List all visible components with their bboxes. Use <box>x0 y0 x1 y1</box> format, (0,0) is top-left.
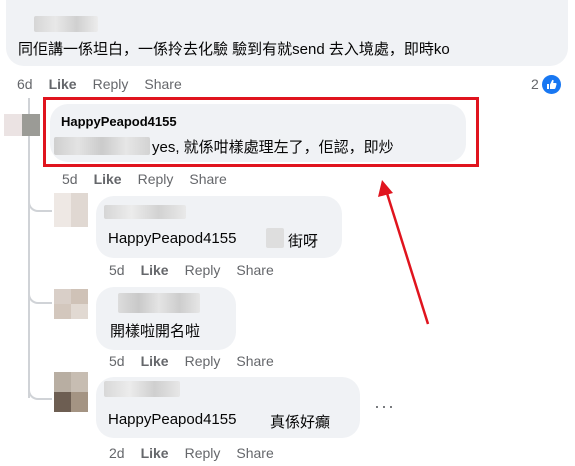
share-button[interactable]: Share <box>236 445 273 461</box>
nested-reply-bubble: HappyPeapod4155 街呀 <box>96 196 342 258</box>
reply-button[interactable]: Reply <box>138 171 174 187</box>
thread-connector <box>28 196 52 212</box>
nested-reply-bubble: HappyPeapod4155 真係好癲 <box>96 377 360 438</box>
reply-actions: 5d Like Reply Share <box>62 171 243 187</box>
thread-connector <box>28 384 52 400</box>
nested-reply-actions: 5d Like Reply Share <box>109 262 290 278</box>
comment-text: 同佢講一係坦白，一係拎去化驗 驗到有就send 去入境處，即時ko <box>18 41 450 58</box>
reply-button[interactable]: Reply <box>185 353 221 369</box>
redacted-author-name <box>104 381 180 397</box>
nested-reply-actions: 2d Like Reply Share <box>109 445 290 461</box>
share-button[interactable]: Share <box>144 76 181 92</box>
reply-text: 街呀 <box>288 233 319 250</box>
redacted-mention <box>266 228 284 248</box>
redacted-author-name <box>118 293 200 313</box>
redacted-author-name <box>34 16 98 32</box>
like-button[interactable]: Like <box>141 353 169 369</box>
avatar[interactable] <box>54 372 88 412</box>
reply-time[interactable]: 2d <box>109 445 125 461</box>
top-comment-actions: 6d Like Reply Share <box>17 76 198 92</box>
share-button[interactable]: Share <box>236 262 273 278</box>
comment-time[interactable]: 6d <box>17 76 33 92</box>
more-options-icon[interactable]: ··· <box>374 396 395 417</box>
like-button[interactable]: Like <box>141 445 169 461</box>
reply-bubble: HappyPeapod4155 yes, 就係咁樣處理左了，佢認，即炒 <box>50 104 466 162</box>
reaction-count: 2 <box>531 76 539 92</box>
reply-button[interactable]: Reply <box>185 445 221 461</box>
share-button[interactable]: Share <box>236 353 273 369</box>
avatar[interactable] <box>4 114 40 136</box>
avatar[interactable] <box>54 289 88 319</box>
reply-text: yes, 就係咁樣處理左了，佢認，即炒 <box>152 139 394 156</box>
like-button[interactable]: Like <box>49 76 77 92</box>
mention-name[interactable]: HappyPeapod4155 <box>108 411 236 428</box>
redacted-mention <box>54 137 150 155</box>
reply-time[interactable]: 5d <box>109 353 125 369</box>
reaction-summary[interactable]: 2 <box>531 74 561 94</box>
like-button[interactable]: Like <box>94 171 122 187</box>
nested-reply-bubble: 開樣啦開名啦 <box>96 287 236 350</box>
reply-author[interactable]: HappyPeapod4155 <box>61 114 177 129</box>
avatar[interactable] <box>54 193 88 227</box>
top-comment-bubble: 同佢講一係坦白，一係拎去化驗 驗到有就send 去入境處，即時ko <box>6 0 568 66</box>
reply-button[interactable]: Reply <box>185 262 221 278</box>
nested-reply-actions: 5d Like Reply Share <box>109 353 290 369</box>
like-button[interactable]: Like <box>141 262 169 278</box>
reply-time[interactable]: 5d <box>109 262 125 278</box>
mention-name[interactable]: HappyPeapod4155 <box>108 230 236 247</box>
thread-line <box>28 136 30 398</box>
thread-connector <box>28 288 52 304</box>
share-button[interactable]: Share <box>189 171 226 187</box>
thumbs-up-icon <box>541 74 561 94</box>
reply-text: 真係好癲 <box>270 414 331 431</box>
redacted-author-name <box>104 205 186 219</box>
reply-text: 開樣啦開名啦 <box>110 323 201 340</box>
reply-time[interactable]: 5d <box>62 171 78 187</box>
reply-button[interactable]: Reply <box>93 76 129 92</box>
